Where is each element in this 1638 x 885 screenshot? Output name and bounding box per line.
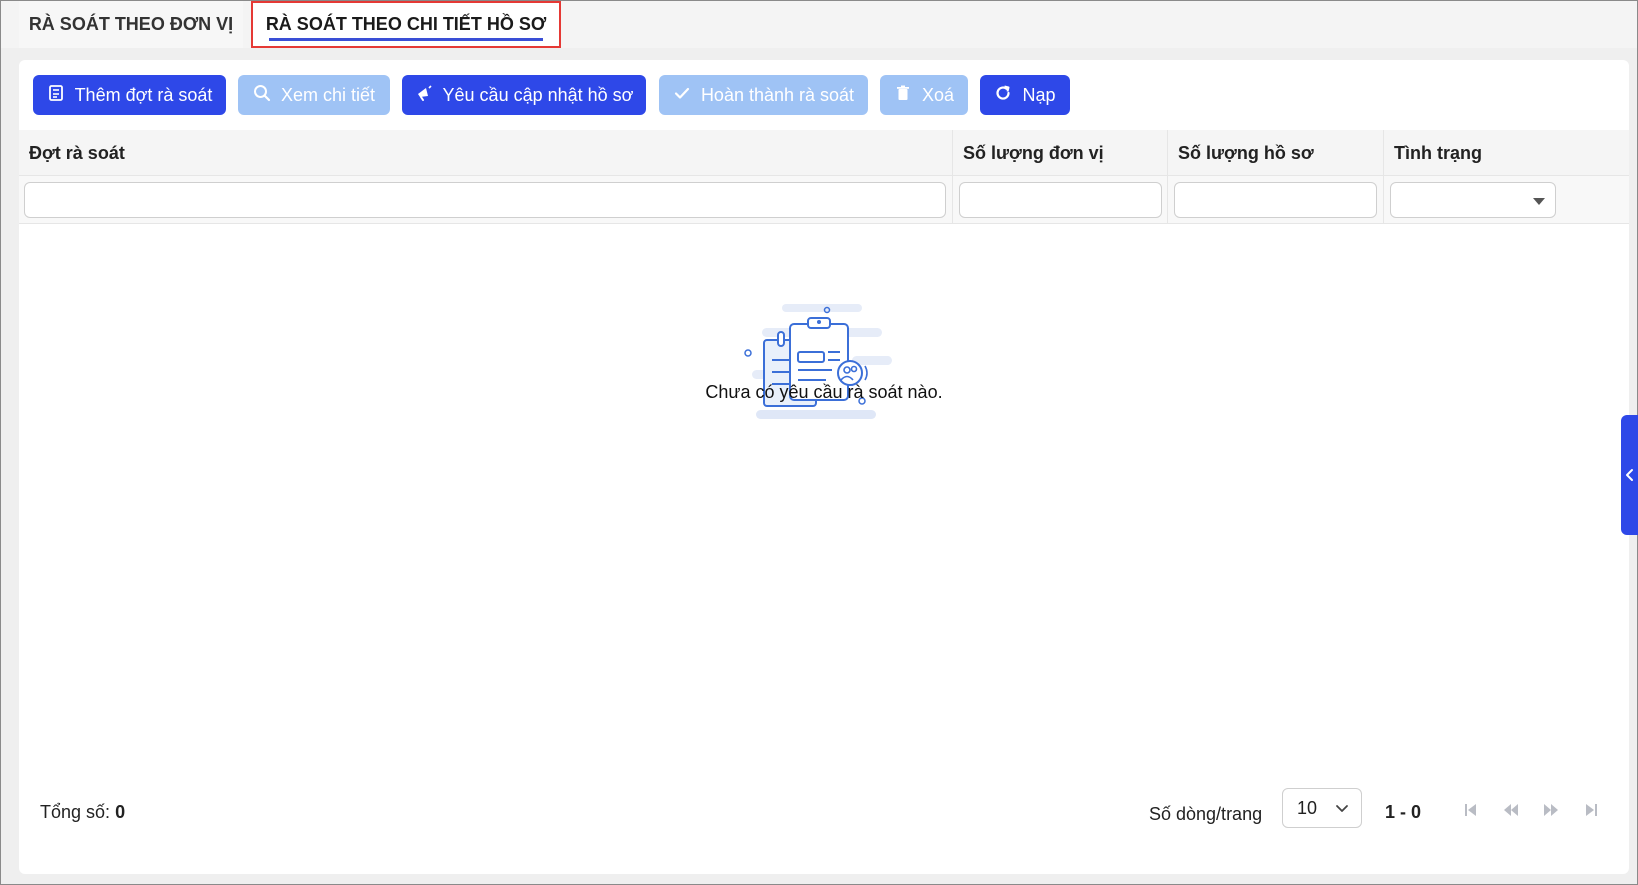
filter-cell [1384, 176, 1629, 224]
view-detail-button[interactable]: Xem chi tiết [238, 75, 390, 115]
column-label: Số lượng hồ sơ [1178, 142, 1314, 163]
column-header-review-batch[interactable]: Đợt rà soát [19, 130, 953, 176]
trash-icon [894, 84, 912, 107]
tab-review-by-record-detail[interactable]: RÀ SOÁT THEO CHI TIẾT HỒ SƠ [251, 1, 561, 48]
status-filter-select[interactable] [1390, 182, 1556, 218]
total-label: Tổng số: [40, 802, 111, 822]
filter-cell [953, 176, 1168, 224]
tab-label: RÀ SOÁT THEO CHI TIẾT HỒ SƠ [265, 14, 547, 34]
first-page-icon[interactable] [1461, 800, 1481, 820]
column-header-record-count[interactable]: Số lượng hồ sơ [1168, 130, 1384, 176]
review-batch-filter-input[interactable] [24, 182, 946, 218]
empty-state-message: Chưa có yêu cầu rà soát nào. [705, 382, 943, 402]
total-count: Tổng số: 0 [40, 802, 125, 823]
complete-review-button[interactable]: Hoàn thành rà soát [659, 75, 868, 115]
prev-page-icon[interactable] [1501, 800, 1521, 820]
filter-cell [1168, 176, 1384, 224]
column-header-unit-count[interactable]: Số lượng đơn vị [953, 130, 1168, 176]
column-label: Đợt rà soát [29, 142, 125, 163]
column-label: Tình trạng [1394, 142, 1482, 163]
empty-clipboard-illustration [744, 304, 892, 419]
tab-label: RÀ SOÁT THEO ĐƠN VỊ [28, 14, 234, 34]
search-icon [253, 84, 271, 107]
last-page-icon[interactable] [1581, 800, 1601, 820]
add-review-button[interactable]: Thêm đợt rà soát [33, 75, 226, 115]
record-count-filter-input[interactable] [1174, 182, 1377, 218]
table-header: Đợt rà soát Số lượng đơn vị Số lượng hồ … [19, 130, 1629, 176]
add-review-label: Thêm đợt rà soát [74, 84, 213, 105]
check-icon [673, 84, 691, 107]
unit-count-filter-input[interactable] [959, 182, 1162, 218]
reload-button[interactable]: Nạp [980, 75, 1070, 115]
book-icon [47, 84, 65, 107]
app-window: RÀ SOÁT THEO ĐƠN VỊ RÀ SOÁT THEO CHI TIẾ… [0, 0, 1638, 885]
active-tab-indicator [269, 38, 543, 41]
rows-per-page-select[interactable]: 10 [1282, 788, 1362, 828]
request-update-button[interactable]: Yêu cầu cập nhật hồ sơ [402, 75, 646, 115]
main-panel: Thêm đợt rà soát Xem chi tiết Yêu cầu cậ… [19, 60, 1629, 874]
total-value: 0 [115, 802, 126, 822]
tab-bar: RÀ SOÁT THEO ĐƠN VỊ RÀ SOÁT THEO CHI TIẾ… [1, 1, 1637, 48]
chevron-left-icon [1626, 469, 1633, 481]
delete-label: Xoá [921, 84, 955, 105]
request-update-label: Yêu cầu cập nhật hồ sơ [442, 84, 634, 105]
next-page-icon[interactable] [1541, 800, 1561, 820]
delete-button[interactable]: Xoá [880, 75, 968, 115]
rows-per-page-label: Số dòng/trang [1149, 804, 1263, 824]
column-header-status[interactable]: Tình trạng [1384, 130, 1629, 176]
reload-label: Nạp [1022, 84, 1056, 105]
filter-row [19, 176, 1629, 224]
complete-review-label: Hoàn thành rà soát [700, 84, 855, 105]
refresh-icon [994, 84, 1012, 107]
tab-review-by-unit[interactable]: RÀ SOÁT THEO ĐƠN VỊ [19, 1, 243, 48]
column-label: Số lượng đơn vị [963, 142, 1104, 163]
chevron-down-icon [1336, 805, 1348, 812]
page-range: 1 - 0 [1385, 802, 1422, 822]
megaphone-icon [415, 84, 433, 107]
caret-down-icon [1533, 198, 1545, 205]
rows-per-page-value: 10 [1297, 797, 1318, 818]
view-detail-label: Xem chi tiết [280, 84, 376, 105]
side-panel-toggle[interactable] [1621, 415, 1638, 535]
filter-cell [19, 176, 953, 224]
